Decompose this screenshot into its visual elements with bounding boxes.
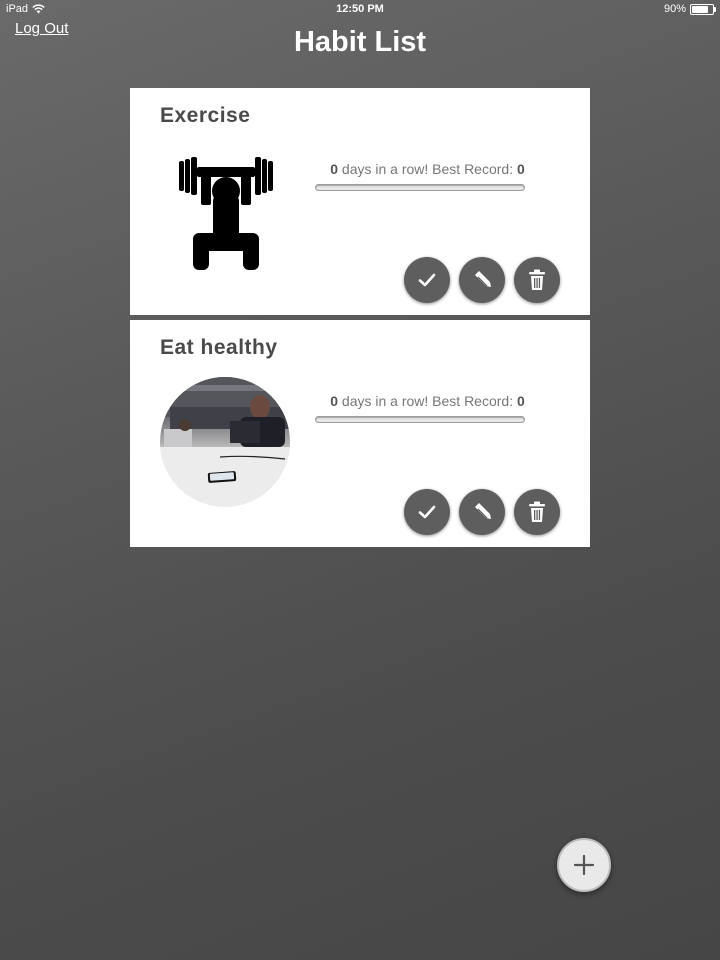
- edit-button[interactable]: [459, 489, 505, 535]
- trash-icon: [529, 501, 545, 522]
- habit-actions: [404, 257, 560, 303]
- weightlifting-icon: [179, 157, 273, 270]
- streak-progress-bar: [315, 184, 525, 191]
- battery-percent: 90%: [663, 3, 686, 15]
- checkmark-icon: [418, 505, 436, 519]
- habit-title: Exercise: [160, 104, 251, 127]
- best-record: 0: [516, 161, 525, 177]
- trash-icon: [529, 269, 545, 290]
- status-right: 90%: [663, 3, 716, 15]
- habit-card: Exercise 0 days in a row! Best Record: 0: [130, 88, 590, 315]
- status-bar: iPad 12:50 PM 90%: [0, 0, 720, 20]
- pencil-icon: [475, 503, 491, 519]
- complete-button[interactable]: [404, 257, 450, 303]
- complete-button[interactable]: [404, 489, 450, 535]
- habit-actions: [404, 489, 560, 535]
- streak-text: 0 days in a row! Best Record: 0: [315, 161, 540, 177]
- habit-photo: [160, 377, 290, 507]
- streak-label: days in a row! Best Record:: [338, 393, 517, 409]
- streak-count: 0: [330, 161, 339, 177]
- delete-button[interactable]: [514, 489, 560, 535]
- best-record: 0: [516, 393, 525, 409]
- edit-button[interactable]: [459, 257, 505, 303]
- photo-scene: [160, 377, 290, 507]
- habit-image: [160, 377, 292, 509]
- status-time: 12:50 PM: [336, 3, 384, 15]
- streak-progress-bar: [315, 416, 525, 423]
- habit-image: [160, 145, 292, 277]
- plus-icon: [573, 854, 595, 876]
- pencil-icon: [475, 271, 491, 287]
- habit-title: Eat healthy: [160, 336, 278, 359]
- battery-level: [692, 5, 709, 13]
- delete-button[interactable]: [514, 257, 560, 303]
- habit-card: Eat healthy 0 days in a row! Best Record…: [130, 320, 590, 547]
- streak-count: 0: [330, 393, 339, 409]
- checkmark-icon: [418, 273, 436, 287]
- streak-label: days in a row! Best Record:: [338, 161, 517, 177]
- streak-text: 0 days in a row! Best Record: 0: [315, 393, 540, 409]
- add-habit-button[interactable]: [557, 838, 611, 892]
- page-title: Habit List: [293, 26, 427, 58]
- battery-icon: [690, 3, 716, 15]
